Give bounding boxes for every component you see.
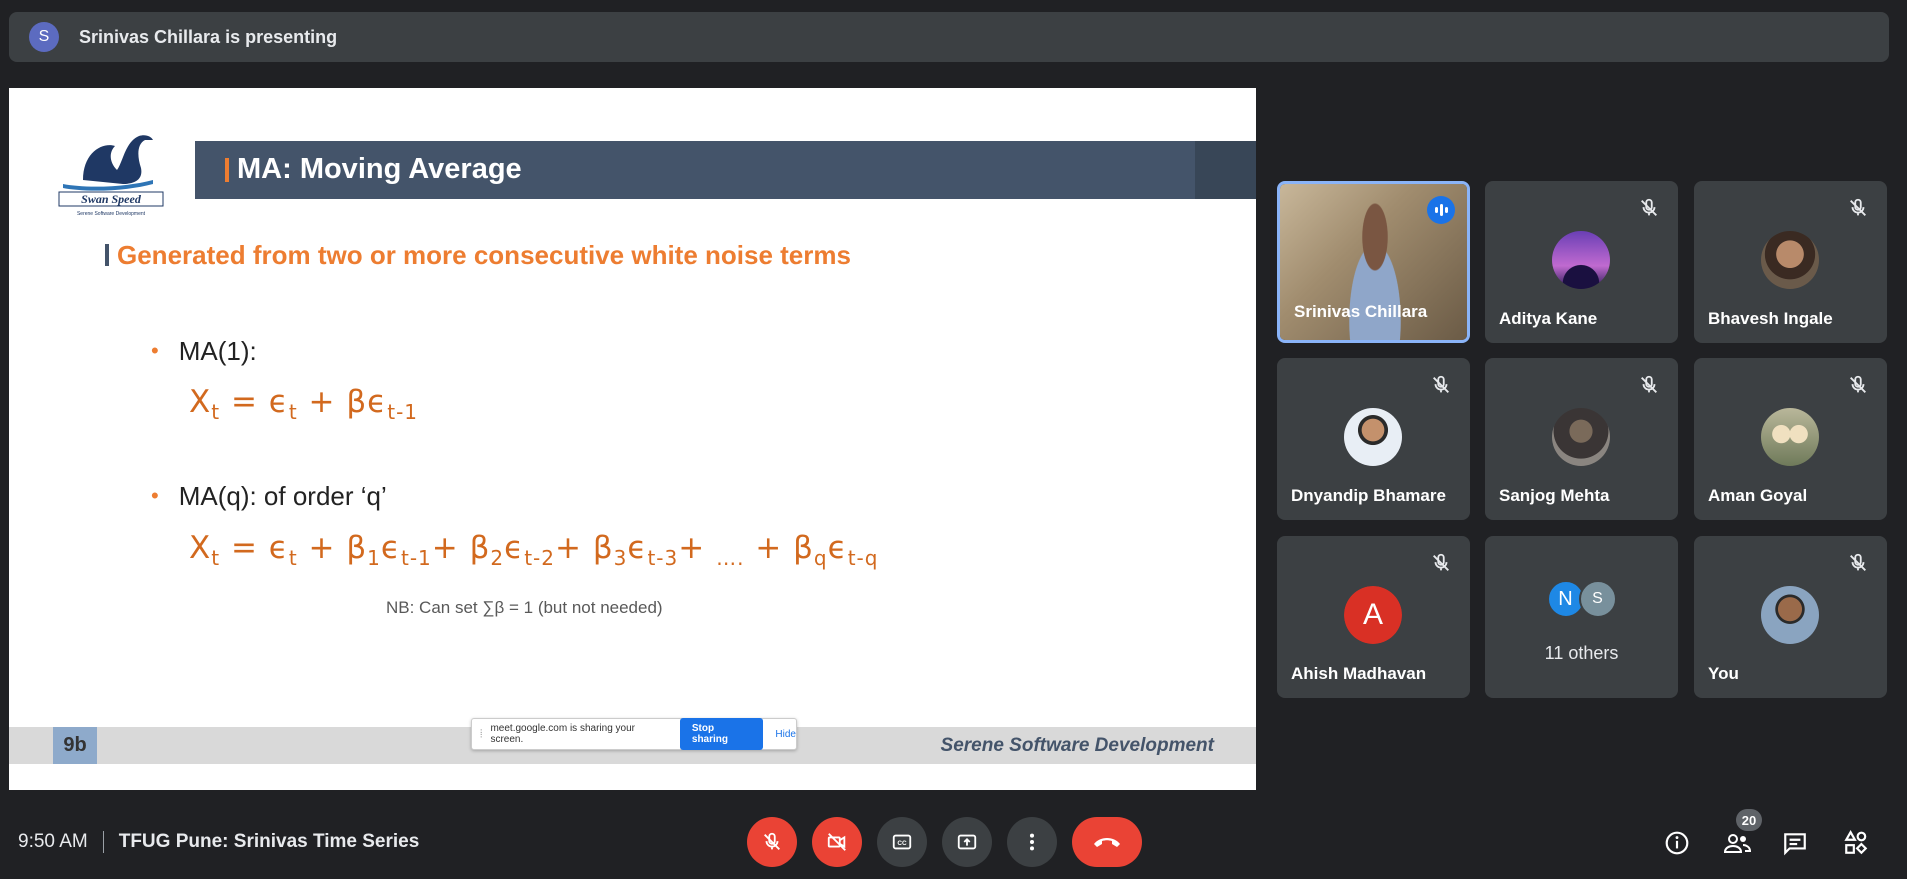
shared-screen: Swan Speed Serene Software Development M… bbox=[9, 88, 1256, 790]
bullet-maq: • MA(q): of order ‘q’ bbox=[151, 481, 387, 511]
hide-share-notice-button[interactable]: Hide bbox=[775, 729, 796, 740]
participant-avatar bbox=[1552, 231, 1610, 289]
participant-name: Dnyandip Bhamare bbox=[1291, 486, 1446, 505]
participant-tile-aditya[interactable]: Aditya Kane bbox=[1485, 181, 1678, 343]
participant-name: Bhavesh Ingale bbox=[1708, 309, 1833, 328]
others-avatars: N S bbox=[1485, 580, 1678, 618]
others-label: 11 others bbox=[1544, 643, 1619, 663]
equation-maq: Xt = ϵt + β1ϵt-1+ β2ϵt-2+ β3ϵt-3+ …. + β… bbox=[189, 530, 879, 571]
mic-off-icon bbox=[1433, 375, 1449, 393]
chat-button[interactable] bbox=[1777, 825, 1813, 861]
participant-name: Aditya Kane bbox=[1499, 309, 1598, 328]
participant-name: Sanjog Mehta bbox=[1499, 486, 1610, 505]
present-screen-icon bbox=[957, 834, 977, 850]
participant-tile-you[interactable]: You bbox=[1694, 536, 1887, 698]
clock: 9:50 AM bbox=[18, 831, 88, 852]
participant-name: Ahish Madhavan bbox=[1291, 664, 1427, 683]
others-tile[interactable]: N S 11 others bbox=[1485, 536, 1678, 698]
footer-brand: Serene Software Development bbox=[940, 735, 1214, 756]
participant-tile-dnyandip[interactable]: Dnyandip Bhamare bbox=[1277, 358, 1470, 520]
hang-up-icon bbox=[1094, 838, 1120, 847]
participant-tile-srinivas[interactable]: Srinivas Chillara bbox=[1277, 181, 1470, 343]
meeting-details-button[interactable] bbox=[1659, 825, 1695, 861]
meeting-title: TFUG Pune: Srinivas Time Series bbox=[118, 831, 420, 852]
captions-icon: CC bbox=[892, 834, 912, 850]
participant-tile-ahish[interactable]: A Ahish Madhavan bbox=[1277, 536, 1470, 698]
slide-title-bar: MA: Moving Average bbox=[195, 141, 1256, 199]
mic-toggle-button[interactable] bbox=[747, 817, 797, 867]
slide-title: MA: Moving Average bbox=[237, 153, 522, 185]
svg-text:Serene Software Development: Serene Software Development bbox=[77, 211, 146, 217]
mic-off-icon bbox=[1850, 375, 1866, 393]
participant-name: You bbox=[1708, 664, 1739, 683]
activities-button[interactable] bbox=[1838, 825, 1874, 861]
bullet-ma1: • MA(1): bbox=[151, 336, 257, 366]
bullet-maq-text: MA(q): of order ‘q’ bbox=[178, 481, 387, 511]
mic-off-icon bbox=[1641, 198, 1657, 216]
participant-avatar bbox=[1761, 408, 1819, 466]
slide-subheading: Generated from two or more consecutive w… bbox=[105, 240, 851, 271]
camera-toggle-button[interactable] bbox=[812, 817, 862, 867]
info-icon bbox=[1665, 831, 1689, 855]
participant-avatar bbox=[1761, 586, 1819, 644]
participant-tile-sanjog[interactable]: Sanjog Mehta bbox=[1485, 358, 1678, 520]
present-now-button[interactable] bbox=[942, 817, 992, 867]
drag-handle-icon[interactable]: ⦙ bbox=[480, 728, 482, 741]
share-notice-text: meet.google.com is sharing your screen. bbox=[490, 723, 635, 745]
participant-name: Srinivas Chillara bbox=[1294, 302, 1428, 321]
svg-text:CC: CC bbox=[897, 840, 907, 847]
captions-button[interactable]: CC bbox=[877, 817, 927, 867]
mic-off-icon bbox=[1433, 553, 1449, 571]
activities-icon bbox=[1844, 830, 1868, 855]
presenter-banner-text: Srinivas Chillara is presenting bbox=[79, 26, 338, 47]
mic-off-icon bbox=[1850, 198, 1866, 216]
bullet-ma1-text: MA(1): bbox=[178, 336, 257, 366]
equation-ma1: Xt = ϵt + βϵt-1 bbox=[189, 384, 419, 425]
participant-avatar bbox=[1761, 231, 1819, 289]
mic-off-icon bbox=[764, 832, 780, 850]
participant-avatar bbox=[1552, 408, 1610, 466]
more-options-button[interactable] bbox=[1007, 817, 1057, 867]
participant-tile-aman[interactable]: Aman Goyal bbox=[1694, 358, 1887, 520]
swan-speed-logo: Swan Speed Serene Software Development bbox=[58, 135, 164, 217]
more-vert-icon bbox=[1029, 833, 1035, 851]
meeting-info: 9:50 AM TFUG Pune: Srinivas Time Series bbox=[18, 831, 419, 853]
mic-off-icon bbox=[1850, 553, 1866, 571]
participant-avatar bbox=[1344, 408, 1402, 466]
mic-off-icon bbox=[1641, 375, 1657, 393]
chat-icon bbox=[1784, 833, 1806, 856]
participant-name: Aman Goyal bbox=[1708, 486, 1808, 505]
stop-sharing-button[interactable]: Stop sharing bbox=[679, 718, 764, 750]
participant-tile-bhavesh[interactable]: Bhavesh Ingale bbox=[1694, 181, 1887, 343]
screen-share-notice: ⦙ meet.google.com is sharing your screen… bbox=[471, 718, 797, 750]
title-bar-accent bbox=[1195, 141, 1256, 199]
speaking-indicator-icon bbox=[1427, 196, 1455, 224]
presenter-banner: S Srinivas Chillara is presenting bbox=[9, 12, 1889, 62]
slide-note: NB: Can set ∑β = 1 (but not needed) bbox=[386, 598, 663, 617]
other-avatar: S bbox=[1578, 580, 1617, 618]
people-icon bbox=[1723, 834, 1752, 853]
title-marker bbox=[225, 158, 229, 182]
participant-avatar: A bbox=[1344, 586, 1402, 644]
leave-call-button[interactable] bbox=[1072, 817, 1142, 867]
participant-count-badge: 20 bbox=[1736, 809, 1762, 831]
presenter-avatar: S bbox=[29, 22, 59, 52]
slide-number: 9b bbox=[53, 727, 97, 764]
camera-off-icon bbox=[827, 833, 846, 851]
svg-text:Swan Speed: Swan Speed bbox=[81, 192, 142, 206]
